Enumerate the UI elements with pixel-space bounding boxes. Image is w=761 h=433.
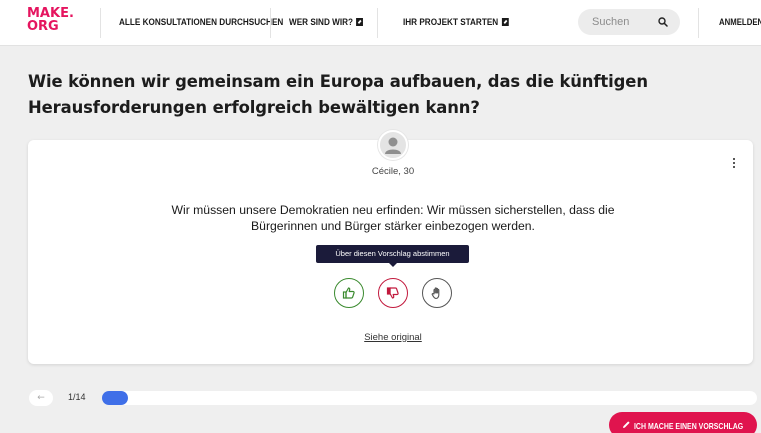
external-link-icon <box>356 18 364 26</box>
search-icon[interactable] <box>658 17 668 27</box>
more-options-icon[interactable] <box>730 156 738 170</box>
hand-neutral-icon <box>431 287 440 300</box>
previous-arrow-icon[interactable] <box>29 390 53 406</box>
proposal-author: Cécile, 30 <box>371 166 415 177</box>
make-proposal-label: ICH MACHE EINEN VORSCHLAG <box>634 421 744 431</box>
nav-link-label: WER SIND WIR? <box>289 17 354 28</box>
progress-bar-fill <box>102 391 128 405</box>
pencil-icon <box>623 421 630 428</box>
nav-divider <box>100 8 101 38</box>
nav-link-label: IHR PROJEKT STARTEN <box>403 17 499 28</box>
logo-line-2: ORG <box>27 19 59 34</box>
vote-neutral-button[interactable] <box>422 278 452 308</box>
make-proposal-button[interactable]: ICH MACHE EINEN VORSCHLAG <box>609 412 757 433</box>
make-org-logo[interactable]: MAKE. ORG <box>27 7 74 34</box>
search-box <box>578 9 680 35</box>
nav-link-label: ALLE KONSULTATIONEN DURCHSUCHEN <box>119 17 284 28</box>
login-button[interactable]: ANMELDEN <box>719 17 761 28</box>
thumbs-down-icon <box>386 287 399 299</box>
vote-disagree-button[interactable] <box>378 278 408 308</box>
nav-divider <box>270 8 271 38</box>
nav-link-all-consultations[interactable]: ALLE KONSULTATIONEN DURCHSUCHEN <box>119 17 283 28</box>
external-link-icon <box>501 18 509 26</box>
vote-agree-button[interactable] <box>334 278 364 308</box>
page-title: Wie können wir gemeinsam ein Europa aufb… <box>28 72 648 117</box>
see-original-link[interactable]: Siehe original <box>0 332 761 343</box>
proposal-text-line-2: Bürgerinnen und Bürger stärker einbezoge… <box>251 219 535 233</box>
proposal-text-line-1: Wir müssen unsere Demokratien neu erfind… <box>171 203 615 217</box>
search-input[interactable] <box>592 9 652 35</box>
proposal-text: Wir müssen unsere Demokratien neu erfind… <box>0 202 761 234</box>
nav-divider <box>698 8 699 38</box>
user-silhouette-icon <box>385 137 401 154</box>
top-navigation-bar: MAKE. ORG ALLE KONSULTATIONEN DURCHSUCHE… <box>0 0 761 46</box>
thumbs-up-icon <box>342 287 355 299</box>
nav-link-start-project[interactable]: IHR PROJEKT STARTEN <box>403 17 509 28</box>
nav-divider <box>377 8 378 38</box>
nav-link-who-are-we[interactable]: WER SIND WIR? <box>289 17 364 28</box>
proposal-counter: 1/14 <box>68 392 86 402</box>
vote-tooltip: Über diesen Vorschlag abstimmen <box>316 245 469 267</box>
progress-bar-track <box>102 391 757 405</box>
avatar <box>378 130 408 160</box>
